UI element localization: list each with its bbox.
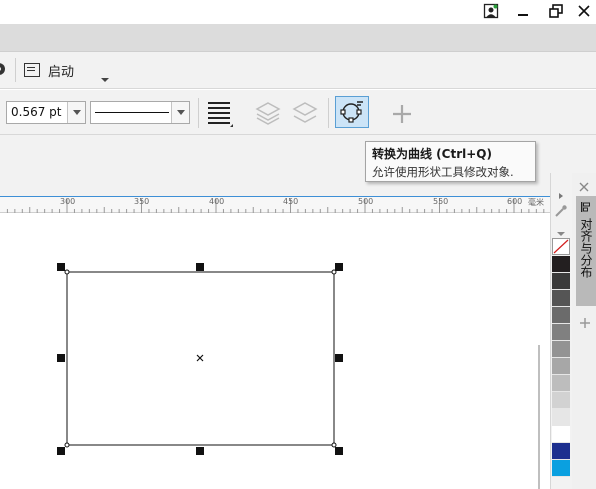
selection-handles[interactable] bbox=[57, 263, 343, 455]
text-wrap-icon[interactable] bbox=[206, 99, 234, 127]
toolbar-separator bbox=[198, 98, 199, 128]
selection-handle[interactable] bbox=[196, 263, 204, 271]
ruler-label: 350 bbox=[134, 197, 150, 206]
welcome-dropdown-icon[interactable] bbox=[100, 68, 110, 87]
selection-handle[interactable] bbox=[57, 263, 65, 271]
welcome-screen-button[interactable]: 启动 bbox=[24, 59, 74, 81]
ruler-unit: 毫米 bbox=[528, 198, 544, 207]
chevron-down-icon[interactable] bbox=[67, 102, 85, 123]
selection-handle[interactable] bbox=[335, 263, 343, 271]
account-icon[interactable] bbox=[477, 0, 505, 22]
palette-swatch[interactable] bbox=[552, 307, 570, 324]
eyedropper-icon[interactable] bbox=[554, 203, 568, 222]
ruler-label: 550 bbox=[433, 197, 449, 206]
tooltip-description: 允许使用形状工具修改对象. bbox=[372, 165, 514, 179]
add-docker-icon[interactable] bbox=[579, 314, 591, 333]
docker-title: 对齐与分布 bbox=[579, 218, 593, 278]
vertical-scrollbar[interactable] bbox=[538, 345, 540, 489]
selection-handle[interactable] bbox=[196, 447, 204, 455]
convert-to-curves-button[interactable] bbox=[335, 96, 369, 128]
convert-to-curves-icon bbox=[340, 101, 363, 123]
ruler-ticks bbox=[6, 199, 545, 214]
tooltip-title: 转换为曲线 (Ctrl+Q) bbox=[372, 147, 492, 161]
ruler-label: 500 bbox=[358, 197, 374, 206]
welcome-screen-icon bbox=[24, 63, 40, 77]
align-distribute-tab[interactable]: 对齐与分布 bbox=[576, 196, 596, 306]
toolbar-separator bbox=[328, 98, 329, 128]
palette-swatch[interactable] bbox=[552, 324, 570, 341]
toolbar-separator bbox=[15, 58, 16, 82]
line-style-preview bbox=[95, 112, 169, 113]
selection-handle[interactable] bbox=[57, 447, 65, 455]
palette-swatch[interactable] bbox=[552, 443, 570, 460]
to-front-icon[interactable] bbox=[254, 99, 282, 127]
selection-handle[interactable] bbox=[57, 354, 65, 362]
chevron-down-icon[interactable] bbox=[171, 102, 189, 123]
to-back-icon[interactable] bbox=[291, 99, 319, 127]
app-window: 启动 0.567 pt 300 350 400 450 500 550 600 … bbox=[0, 0, 596, 489]
property-bar: 0.567 pt bbox=[0, 90, 596, 135]
palette-swatch[interactable] bbox=[552, 290, 570, 307]
add-plus-icon[interactable] bbox=[390, 102, 414, 126]
line-style-select[interactable] bbox=[90, 101, 190, 124]
palette-swatch[interactable] bbox=[552, 392, 570, 409]
gear-icon[interactable] bbox=[0, 61, 8, 77]
palette-swatch[interactable] bbox=[552, 358, 570, 375]
restore-button[interactable] bbox=[542, 0, 570, 22]
drawing-canvas[interactable] bbox=[0, 213, 550, 489]
palette-scroll-up-icon[interactable] bbox=[557, 185, 565, 204]
horizontal-ruler: 300 350 400 450 500 550 600 毫米 bbox=[0, 196, 550, 214]
center-mark-icon[interactable] bbox=[196, 354, 204, 362]
selection-handle[interactable] bbox=[335, 447, 343, 455]
ruler-label: 450 bbox=[283, 197, 299, 206]
tooltip: 转换为曲线 (Ctrl+Q) 允许使用形状工具修改对象. bbox=[365, 141, 536, 182]
menu-bar bbox=[0, 24, 596, 52]
no-color-swatch[interactable] bbox=[552, 238, 570, 255]
title-bar bbox=[0, 0, 596, 24]
palette-swatch[interactable] bbox=[552, 256, 570, 273]
palette-swatch[interactable] bbox=[552, 375, 570, 392]
palette-swatch[interactable] bbox=[552, 426, 570, 443]
selection-handle[interactable] bbox=[335, 354, 343, 362]
palette-swatch[interactable] bbox=[552, 460, 570, 477]
ruler-label: 400 bbox=[209, 197, 225, 206]
align-icon bbox=[581, 202, 590, 212]
close-button[interactable] bbox=[570, 0, 596, 22]
outline-width-select[interactable]: 0.567 pt bbox=[6, 101, 86, 124]
close-docker-icon[interactable] bbox=[578, 178, 590, 197]
palette-swatch[interactable] bbox=[552, 273, 570, 290]
palette-swatch[interactable] bbox=[552, 341, 570, 358]
outline-width-value: 0.567 pt bbox=[11, 105, 62, 119]
palette-swatch[interactable] bbox=[552, 409, 570, 426]
standard-toolbar: 启动 bbox=[0, 52, 596, 89]
ruler-label: 300 bbox=[60, 197, 76, 206]
minimize-button[interactable] bbox=[509, 0, 537, 22]
ruler-label: 600 bbox=[507, 197, 523, 206]
welcome-label: 启动 bbox=[48, 64, 75, 80]
